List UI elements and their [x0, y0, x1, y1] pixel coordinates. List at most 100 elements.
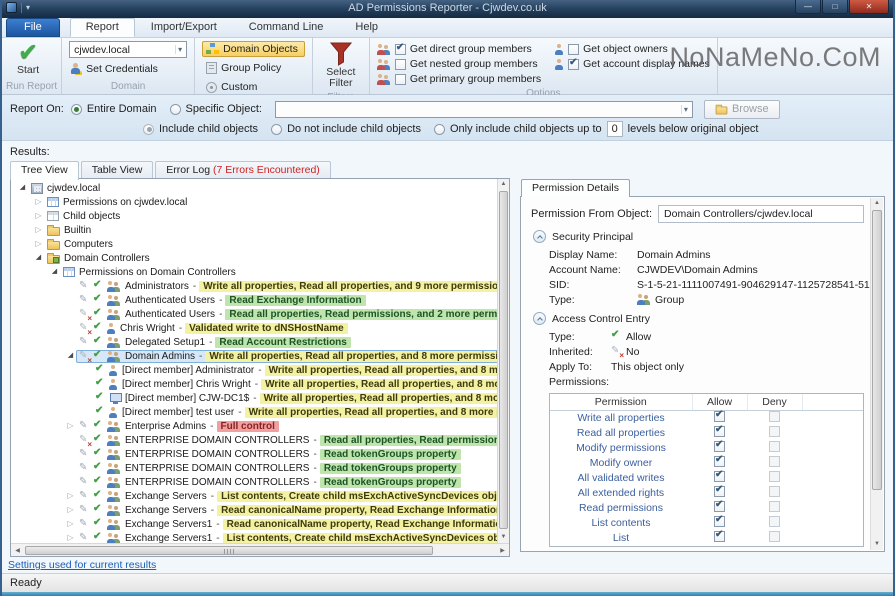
tree-row[interactable]: Administrators - Write all properties, R… [11, 279, 497, 293]
tree-row[interactable]: ▷Exchange Servers1 - Read canonicalName … [11, 517, 497, 531]
tab-import-export[interactable]: Import/Export [135, 18, 233, 37]
allow-checkbox[interactable] [714, 456, 725, 467]
get-primary-group-members-checkbox[interactable] [395, 74, 406, 85]
tree-expander-icon[interactable]: ▷ [65, 491, 76, 501]
tab-report[interactable]: Report [70, 18, 135, 37]
deny-checkbox[interactable] [769, 471, 780, 482]
tab-tree-view[interactable]: Tree View [10, 161, 79, 180]
domain-combo[interactable]: cjwdev.local ▾ [69, 41, 187, 58]
deny-checkbox[interactable] [769, 486, 780, 497]
deny-checkbox[interactable] [769, 501, 780, 512]
tree-row[interactable]: Delegated Setup1 - Read Account Restrict… [11, 335, 497, 349]
allow-checkbox[interactable] [714, 501, 725, 512]
entire-domain-radio[interactable] [71, 104, 82, 115]
minimize-button[interactable]: — [795, 0, 821, 14]
tree-expander-icon[interactable]: ◢ [17, 183, 28, 193]
tree-row[interactable]: ▷Permissions on cjwdev.local [11, 195, 497, 209]
get-object-owners-checkbox[interactable] [568, 44, 579, 55]
permission-from-object-value[interactable]: Domain Controllers/cjwdev.local [658, 205, 864, 223]
tree-expander-icon[interactable]: ◢ [49, 267, 60, 277]
tree-row[interactable]: ◢Domain Controllers [11, 251, 497, 265]
tree-row[interactable]: ENTERPRISE DOMAIN CONTROLLERS - Read tok… [11, 447, 497, 461]
report-type-custom[interactable]: Custom [202, 79, 305, 95]
close-button[interactable]: ✕ [849, 0, 889, 14]
settings-used-link[interactable]: Settings used for current results [8, 559, 156, 571]
no-child-objects-radio[interactable] [271, 124, 282, 135]
security-principal-section-header[interactable]: Security Principal [533, 230, 864, 243]
scroll-thumb[interactable] [872, 210, 882, 490]
scroll-up-icon[interactable]: ▲ [498, 179, 509, 190]
allow-checkbox[interactable] [714, 471, 725, 482]
tree-row[interactable]: [Direct member] Chris Wright - Write all… [11, 377, 497, 391]
tree-row[interactable]: ▷Exchange Servers - List contents, Creat… [11, 489, 497, 503]
tab-file[interactable]: File [6, 18, 60, 37]
tree-row[interactable]: [Direct member] CJW-DC1$ - Write all pro… [11, 391, 497, 405]
tree-row[interactable]: Authenticated Users - Read Exchange Info… [11, 293, 497, 307]
deny-checkbox[interactable] [769, 516, 780, 527]
scroll-down-icon[interactable]: ▼ [498, 532, 509, 543]
tree-row[interactable]: Authenticated Users - Read all propertie… [11, 307, 497, 321]
details-vertical-scrollbar[interactable]: ▲ ▼ [870, 198, 883, 550]
tree-row[interactable]: ENTERPRISE DOMAIN CONTROLLERS - Read all… [11, 433, 497, 447]
report-type-domain-objects[interactable]: Domain Objects [202, 41, 305, 57]
tree-row[interactable]: Chris Wright - Validated write to dNSHos… [11, 321, 497, 335]
tab-help[interactable]: Help [339, 18, 394, 37]
tree-row[interactable]: ▷Exchange Servers1 - List contents, Crea… [11, 531, 497, 543]
deny-checkbox[interactable] [769, 531, 780, 542]
permission-row[interactable]: Read permissions [550, 501, 863, 516]
get-account-display-names-checkbox[interactable] [568, 59, 579, 70]
tree-row[interactable]: ▷Enterprise Admins - Full control [11, 419, 497, 433]
tree-expander-icon[interactable]: ◢ [65, 351, 76, 361]
tree-vertical-scrollbar[interactable]: ▲ ▼ [497, 179, 509, 543]
collapse-icon[interactable] [533, 312, 546, 325]
tree-expander-icon[interactable]: ▷ [65, 533, 76, 543]
permission-row[interactable]: All extended rights [550, 486, 863, 501]
tab-command-line[interactable]: Command Line [233, 18, 340, 37]
allow-checkbox[interactable] [714, 441, 725, 452]
browse-button[interactable]: Browse [704, 100, 780, 119]
tree-row[interactable]: [Direct member] Administrator - Write al… [11, 363, 497, 377]
tree-row[interactable]: ENTERPRISE DOMAIN CONTROLLERS - Read tok… [11, 475, 497, 489]
specific-object-radio[interactable] [170, 104, 181, 115]
tree-row[interactable]: ◢Permissions on Domain Controllers [11, 265, 497, 279]
allow-checkbox[interactable] [714, 486, 725, 497]
tab-error-log[interactable]: Error Log (7 Errors Encountered) [155, 161, 331, 179]
tree-row[interactable]: ▷Exchange Servers - Read canonicalName p… [11, 503, 497, 517]
permission-row[interactable]: Read all properties [550, 426, 863, 441]
maximize-button[interactable]: □ [822, 0, 848, 14]
report-type-group-policy[interactable]: Group Policy [202, 60, 305, 76]
limited-child-objects-radio[interactable] [434, 124, 445, 135]
deny-checkbox[interactable] [769, 441, 780, 452]
permission-row[interactable]: List contents [550, 516, 863, 531]
chevron-down-icon[interactable]: ▾ [175, 45, 184, 54]
levels-input[interactable]: 0 [607, 121, 623, 137]
tree-row[interactable]: ◢cjwdev.local [11, 181, 497, 195]
permission-row[interactable]: List [550, 531, 863, 546]
allow-checkbox[interactable] [714, 426, 725, 437]
tree-row[interactable]: ▷Child objects [11, 209, 497, 223]
tree-row[interactable]: ENTERPRISE DOMAIN CONTROLLERS - Read tok… [11, 461, 497, 475]
permission-row[interactable]: Modify permissions [550, 441, 863, 456]
app-icon[interactable] [6, 2, 17, 13]
deny-checkbox[interactable] [769, 456, 780, 467]
tree-row[interactable]: [Direct member] test user - Write all pr… [11, 405, 497, 419]
tree-row[interactable]: ◢Domain Admins - Write all properties, R… [11, 349, 497, 363]
tree-row[interactable]: ▷Computers [11, 237, 497, 251]
allow-checkbox[interactable] [714, 531, 725, 542]
permission-row[interactable]: Write all properties [550, 411, 863, 426]
chevron-down-icon[interactable]: ▾ [681, 105, 690, 114]
deny-checkbox[interactable] [769, 411, 780, 422]
deny-checkbox[interactable] [769, 426, 780, 437]
get-direct-group-members-checkbox[interactable] [395, 44, 406, 55]
tree-expander-icon[interactable]: ▷ [33, 239, 44, 249]
permission-row[interactable]: Modify owner [550, 456, 863, 471]
tree-horizontal-scrollbar[interactable]: ◀ ▶ [11, 543, 509, 556]
allow-checkbox[interactable] [714, 516, 725, 527]
scroll-thumb[interactable] [25, 546, 433, 555]
scroll-left-icon[interactable]: ◀ [11, 547, 24, 554]
scroll-up-icon[interactable]: ▲ [871, 198, 883, 209]
collapse-icon[interactable] [533, 230, 546, 243]
start-button[interactable]: ✔ Start [9, 41, 47, 76]
specific-object-combo[interactable]: ▾ [275, 101, 693, 118]
include-child-objects-radio[interactable] [143, 124, 154, 135]
